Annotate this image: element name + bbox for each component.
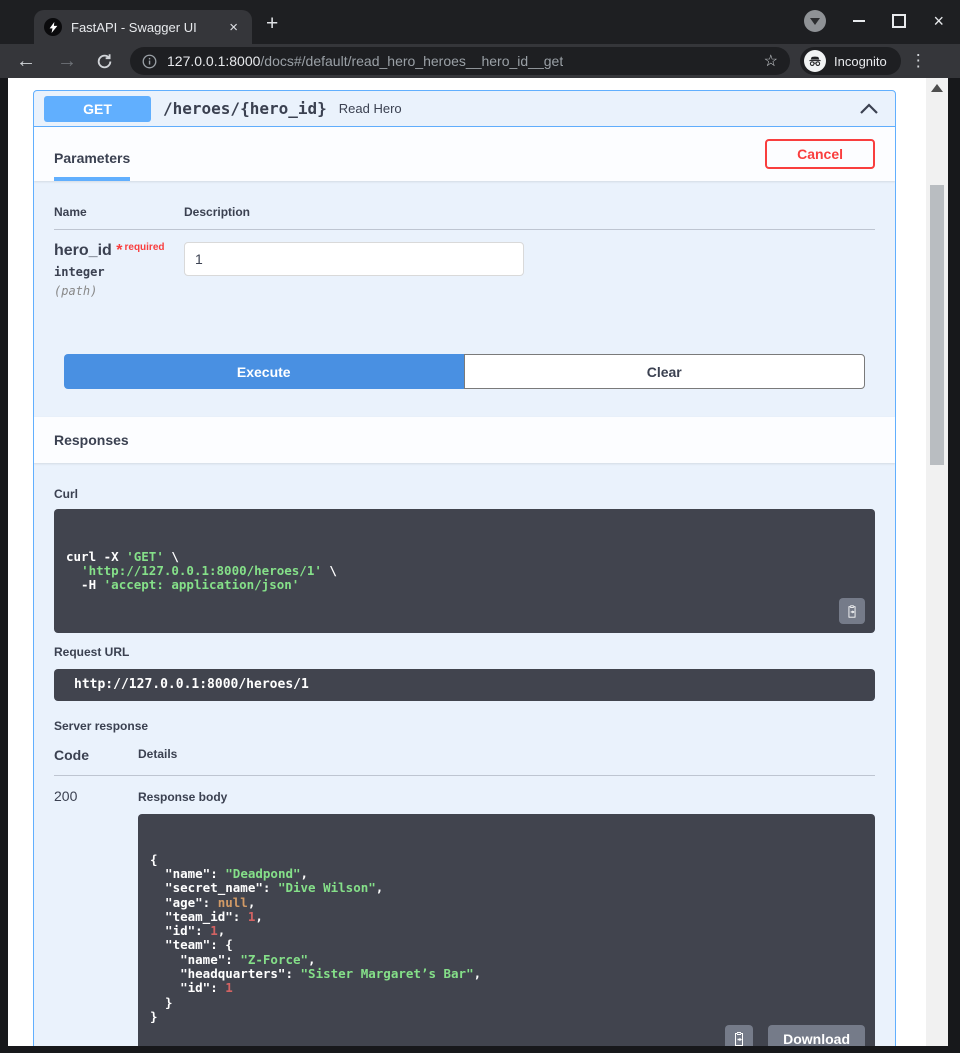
reload-button[interactable] — [96, 53, 113, 70]
execute-button[interactable]: Execute — [64, 354, 464, 389]
scrollbar-up-arrow-icon[interactable] — [931, 84, 943, 92]
column-header-details: Details — [138, 747, 875, 763]
window-minimize-button[interactable] — [853, 20, 865, 22]
column-header-name: Name — [54, 205, 184, 219]
url-path: /docs#/default/read_hero_heroes__hero_id… — [260, 53, 563, 69]
server-response-label: Server response — [54, 719, 875, 733]
window-close-button[interactable]: × — [933, 12, 944, 30]
tab-strip: FastAPI - Swagger UI × + × — [0, 0, 960, 44]
tab-close-icon[interactable]: × — [225, 19, 242, 36]
required-star: * — [116, 242, 122, 259]
opblock-get-heroes: GET /heroes/{hero_id} Read Hero Paramete… — [33, 90, 896, 1046]
http-method-badge: GET — [44, 96, 151, 122]
tab-title: FastAPI - Swagger UI — [71, 20, 225, 35]
endpoint-summary: Read Hero — [339, 101, 402, 116]
parameters-table: Name Description hero_id *required integ… — [34, 181, 895, 298]
page-info-icon[interactable] — [142, 54, 157, 69]
browser-toolbar: ← → 127.0.0.1:8000/docs#/default/read_he… — [0, 44, 960, 78]
clear-button[interactable]: Clear — [464, 354, 866, 389]
incognito-icon — [804, 50, 826, 72]
parameter-name: hero_id *required — [54, 242, 184, 260]
window-maximize-button[interactable] — [892, 14, 906, 28]
status-code: 200 — [54, 788, 138, 1046]
incognito-label: Incognito — [834, 54, 887, 69]
new-tab-button[interactable]: + — [266, 12, 278, 36]
browser-update-icon[interactable] — [804, 10, 826, 32]
tab-parameters[interactable]: Parameters — [54, 150, 130, 181]
hero-id-input[interactable] — [184, 242, 524, 276]
column-header-code: Code — [54, 747, 138, 763]
parameter-location: (path) — [54, 284, 184, 298]
curl-code-block: curl -X 'GET' \ 'http://127.0.0.1:8000/h… — [54, 509, 875, 633]
fastapi-favicon-icon — [44, 18, 62, 36]
response-row-200: 200 Response body { "name": "Deadpond", … — [54, 776, 875, 1046]
swagger-page: GET /heroes/{hero_id} Read Hero Paramete… — [8, 78, 926, 1046]
responses-body: Curl curl -X 'GET' \ 'http://127.0.0.1:8… — [34, 463, 895, 1046]
copy-curl-button[interactable] — [839, 598, 865, 624]
scrollbar-thumb[interactable] — [930, 185, 944, 465]
forward-button[interactable]: → — [57, 51, 77, 71]
execute-row: Execute Clear — [34, 298, 895, 417]
response-body-label: Response body — [138, 790, 875, 804]
parameter-row: hero_id *required integer (path) — [54, 230, 875, 298]
response-body-block: { "name": "Deadpond", "secret_name": "Di… — [138, 814, 875, 1046]
endpoint-path: /heroes/{hero_id} — [163, 99, 327, 118]
url-bar[interactable]: 127.0.0.1:8000/docs#/default/read_hero_h… — [130, 47, 790, 75]
collapse-chevron-icon[interactable] — [859, 102, 885, 115]
url-text[interactable]: 127.0.0.1:8000/docs#/default/read_hero_h… — [167, 53, 563, 69]
response-table-header: Code Details — [54, 747, 875, 776]
page-scrollbar[interactable] — [926, 78, 948, 1046]
curl-label: Curl — [54, 487, 875, 501]
column-header-description: Description — [184, 205, 875, 219]
cancel-button[interactable]: Cancel — [765, 139, 875, 169]
url-host: 127.0.0.1:8000 — [167, 53, 260, 69]
incognito-badge: Incognito — [800, 47, 901, 75]
request-url-label: Request URL — [54, 645, 875, 659]
required-label: required — [124, 242, 164, 253]
parameter-type: integer — [54, 265, 184, 279]
back-button[interactable]: ← — [16, 51, 36, 71]
bookmark-star-icon[interactable]: ☆ — [764, 51, 778, 71]
responses-title: Responses — [54, 432, 129, 448]
opblock-header[interactable]: GET /heroes/{hero_id} Read Hero — [34, 91, 895, 127]
responses-section-header: Responses — [34, 417, 895, 463]
browser-menu-icon[interactable]: ⋮ — [910, 51, 927, 71]
copy-response-button[interactable] — [725, 1025, 753, 1046]
parameters-section-header: Parameters Cancel — [34, 127, 895, 181]
download-button[interactable]: Download — [768, 1025, 865, 1046]
request-url-block: http://127.0.0.1:8000/heroes/1 — [54, 669, 875, 701]
browser-tab[interactable]: FastAPI - Swagger UI × — [34, 10, 252, 44]
